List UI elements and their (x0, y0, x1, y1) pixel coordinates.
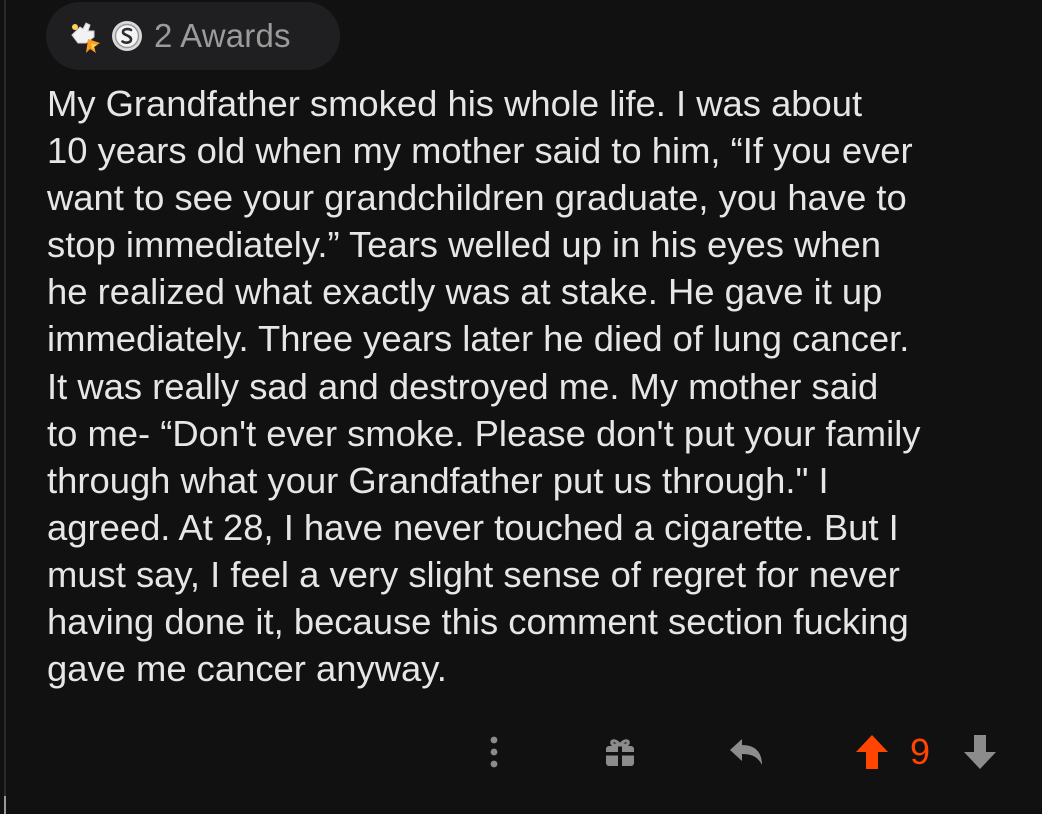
comment-line: immediately. Three years later he died o… (47, 318, 910, 360)
comment-line: having done it, because this comment sec… (47, 601, 909, 643)
reply-button[interactable] (722, 730, 770, 774)
comment-line: gave me cancer anyway. (47, 648, 447, 690)
comment-line: must say, I feel a very slight sense of … (47, 553, 900, 595)
comment-body: My Grandfather smoked his whole life. I … (47, 80, 1022, 692)
gift-icon (606, 739, 634, 766)
vote-score: 9 (909, 731, 931, 772)
comment-action-bar: 9 (0, 728, 1042, 776)
silver-award-icon (110, 19, 144, 53)
comment-line: to me- “Don't ever smoke. Please don't p… (47, 412, 921, 454)
comment-line: It was really sad and destroyed me. My m… (47, 365, 879, 407)
rocket-like-award-icon (66, 17, 104, 55)
thread-line[interactable] (4, 0, 6, 814)
thread-collapse-marker[interactable] (4, 796, 6, 814)
more-vertical-icon (490, 736, 498, 768)
upvote-button[interactable] (850, 730, 894, 774)
reply-icon (730, 739, 762, 765)
comment-line: 10 years old when my mother said to him,… (47, 130, 913, 172)
comment-line: agreed. At 28, I have never touched a ci… (47, 506, 899, 548)
awards-pill[interactable]: 2 Awards (46, 2, 340, 70)
give-award-button[interactable] (598, 730, 642, 774)
comment-line: he realized what exactly was at stake. H… (47, 271, 883, 313)
comment-line: through what your Grandfather put us thr… (47, 459, 829, 501)
awards-count-label: 2 Awards (154, 17, 291, 54)
comment-line: stop immediately.” Tears welled up in hi… (47, 224, 882, 266)
downvote-button[interactable] (958, 730, 1002, 774)
upvote-arrow-icon (856, 735, 888, 769)
comment-line: want to see your grandchildren graduate,… (47, 177, 907, 219)
downvote-arrow-icon (964, 735, 996, 769)
more-options-button[interactable] (476, 728, 512, 776)
comment-line: My Grandfather smoked his whole life. I … (47, 83, 863, 124)
